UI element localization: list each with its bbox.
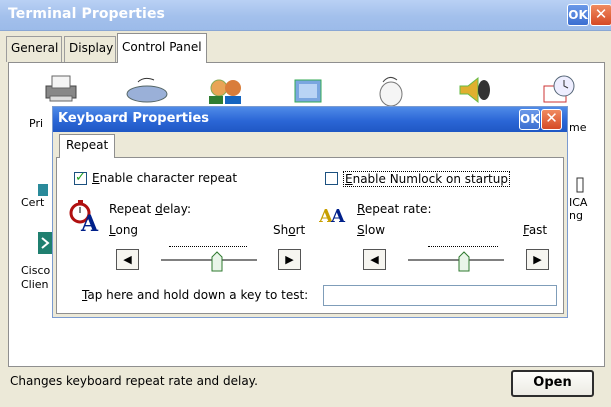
repeat-delay-min-label: Long xyxy=(109,223,139,237)
svg-text:A: A xyxy=(330,206,346,227)
tab-control-panel[interactable]: Control Panel xyxy=(117,33,207,63)
printer-icon[interactable] xyxy=(42,72,82,108)
window-title: Terminal Properties xyxy=(8,6,165,22)
open-button[interactable]: Open xyxy=(511,370,594,397)
dialog-title: Keyboard Properties xyxy=(58,111,210,126)
repeat-rate-min-label: Slow xyxy=(357,223,386,237)
speaker-icon[interactable] xyxy=(454,74,494,110)
tab-display[interactable]: Display xyxy=(64,36,116,62)
repeat-delay-label: Repeat delay: xyxy=(109,202,192,216)
repeat-rate-increase-button[interactable]: ▶ xyxy=(526,249,549,270)
dialog-title-bar: Keyboard Properties OK ✕ xyxy=(53,107,567,132)
repeat-panel: Enable character repeat Enable Numlock o… xyxy=(56,157,564,314)
control-panel-item-label: me xyxy=(569,121,587,134)
tab-repeat[interactable]: Repeat xyxy=(59,134,116,158)
enable-character-repeat-checkbox[interactable] xyxy=(74,170,87,185)
enable-numlock-checkbox[interactable] xyxy=(325,172,338,185)
window-ok-button[interactable]: OK xyxy=(567,4,589,26)
repeat-rate-decrease-button[interactable]: ◀ xyxy=(363,249,386,270)
control-panel-item-label: Cisco xyxy=(21,264,51,277)
dialog-close-button[interactable]: ✕ xyxy=(541,109,562,130)
repeat-delay-thumb[interactable] xyxy=(211,251,223,272)
status-text: Changes keyboard repeat rate and delay. xyxy=(10,374,258,388)
repeat-rate-thumb[interactable] xyxy=(458,251,470,272)
mouse-icon[interactable] xyxy=(124,76,170,110)
enable-character-repeat-label[interactable]: Enable character repeat xyxy=(92,171,237,185)
control-panel-item-label: ICA xyxy=(569,196,588,209)
repeat-rate-label: Repeat rate: xyxy=(357,202,432,216)
repeat-delay-increase-button[interactable]: ▶ xyxy=(278,249,301,270)
window-close-button[interactable]: ✕ xyxy=(590,4,611,26)
keyboard-properties-dialog: Keyboard Properties OK ✕ Repeat Enable c… xyxy=(52,106,568,318)
test-input[interactable] xyxy=(323,285,557,306)
stopwatch-icon: A xyxy=(69,198,99,237)
control-panel-item-label: ng xyxy=(569,209,583,222)
control-panel-item-label: Pri xyxy=(29,117,44,130)
certificate-icon[interactable] xyxy=(36,182,50,202)
test-prompt-label: Tap here and hold down a key to test: xyxy=(82,288,309,302)
tab-general[interactable]: General xyxy=(6,36,62,62)
cisco-icon[interactable] xyxy=(38,232,52,258)
enable-numlock-label[interactable]: Enable Numlock on startup xyxy=(343,171,510,187)
window-title-bar: Terminal Properties OK ✕ xyxy=(0,0,611,31)
network-icon[interactable] xyxy=(289,76,329,110)
svg-text:A: A xyxy=(80,211,99,232)
users-icon[interactable] xyxy=(205,76,249,110)
repeat-rate-max-label: Fast xyxy=(523,223,548,237)
repeat-delay-decrease-button[interactable]: ◀ xyxy=(116,249,139,270)
dialog-ok-button[interactable]: OK xyxy=(519,109,540,130)
repeat-rate-icon: AA xyxy=(318,200,353,234)
repeat-delay-max-label: Short xyxy=(273,223,306,237)
control-panel-item-label: Clien xyxy=(21,278,49,291)
clock-icon[interactable] xyxy=(540,72,580,110)
ica-icon[interactable] xyxy=(573,176,587,198)
mouse-pointer-icon[interactable] xyxy=(371,74,411,110)
